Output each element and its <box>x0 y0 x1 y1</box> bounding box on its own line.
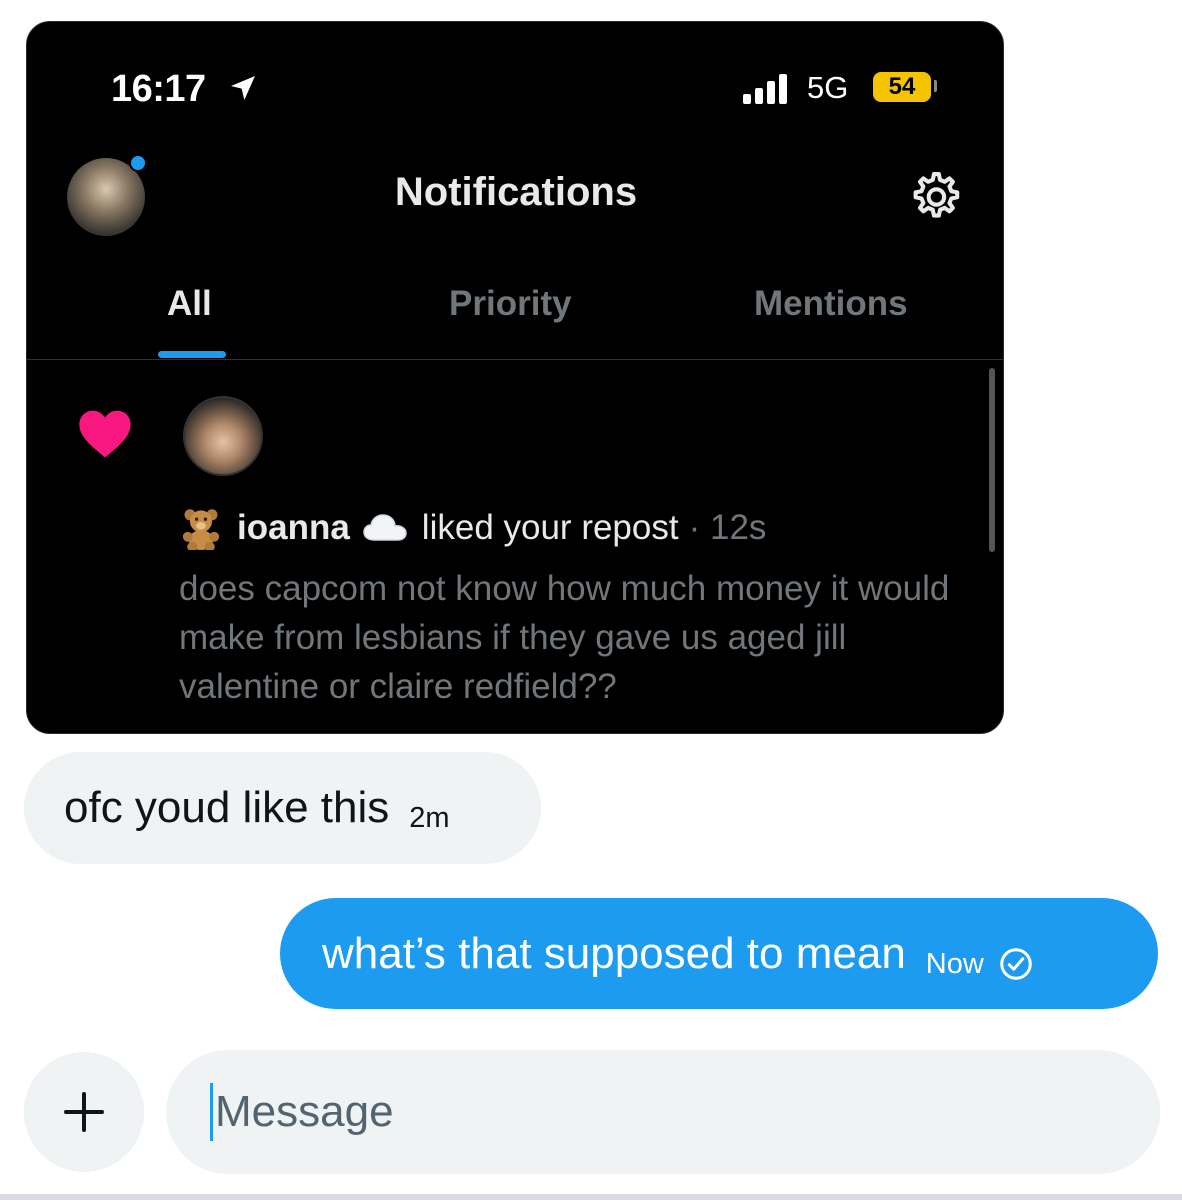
battery-level: 54 <box>888 73 916 100</box>
battery-nub <box>934 80 937 92</box>
heart-icon <box>79 410 131 458</box>
outgoing-message-bubble[interactable]: what’s that supposed to mean Now <box>280 898 1158 1009</box>
incoming-message-bubble[interactable]: ofc youd like this 2m <box>24 752 541 864</box>
outgoing-message-time: Now <box>925 948 984 980</box>
message-input[interactable]: Message <box>166 1050 1160 1174</box>
page-title: Notifications <box>394 170 638 214</box>
active-tab-indicator <box>158 351 226 358</box>
tab-all[interactable]: All <box>167 284 212 324</box>
bottom-edge <box>0 1194 1182 1200</box>
battery-indicator: 54 <box>873 72 931 102</box>
notification-line[interactable]: ioanna liked your repost · 12s <box>179 506 766 550</box>
message-placeholder: Message <box>215 1087 394 1136</box>
liker-name[interactable]: ioanna <box>237 508 350 548</box>
notification-action: liked your repost <box>421 508 679 547</box>
network-label: 5G <box>807 70 849 105</box>
teddy-bear-icon <box>182 509 220 550</box>
liker-avatar[interactable] <box>183 396 263 476</box>
text-caret <box>210 1083 213 1141</box>
outgoing-message-text: what’s that supposed to mean <box>322 928 906 978</box>
tab-mentions[interactable]: Mentions <box>754 284 908 324</box>
tabs-divider <box>27 359 1003 360</box>
incoming-message-time: 2m <box>409 801 450 834</box>
check-circle-icon <box>1000 947 1032 980</box>
status-time: 16:17 <box>111 68 206 110</box>
notification-time: · 12s <box>688 508 767 547</box>
location-arrow-icon <box>231 76 255 100</box>
post-preview[interactable]: does capcom not know how much money it w… <box>179 564 979 711</box>
plus-icon <box>64 1092 104 1132</box>
notifications-screenshot: 16:17 5G 54 Notifications All Priority M… <box>26 21 1004 734</box>
signal-bars-icon <box>743 74 787 104</box>
tab-priority[interactable]: Priority <box>449 284 572 324</box>
gear-icon[interactable] <box>905 168 963 226</box>
incoming-message-text: ofc youd like this <box>64 783 390 832</box>
scrollbar[interactable] <box>989 368 995 552</box>
add-attachment-button[interactable] <box>24 1052 144 1172</box>
cloud-icon <box>363 514 407 541</box>
